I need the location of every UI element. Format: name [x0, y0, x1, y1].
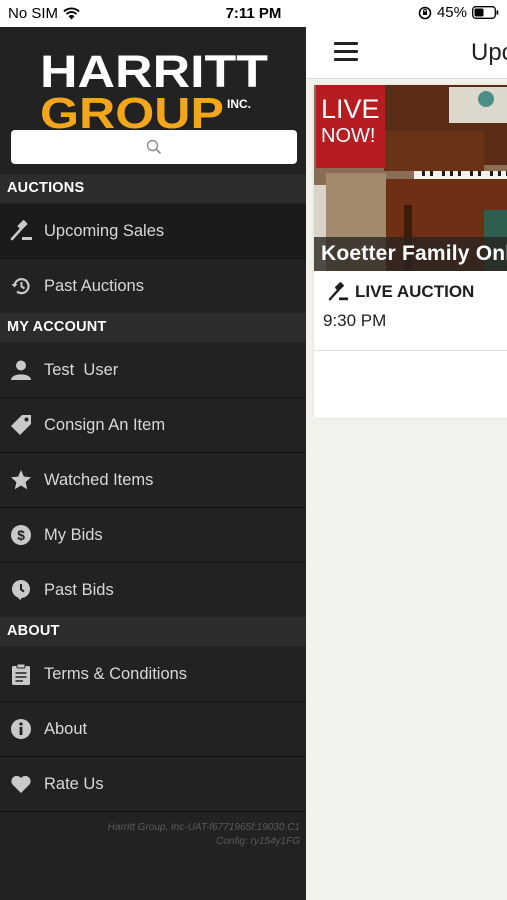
menu-label: Rate Us	[44, 774, 104, 793]
menu-label: Past Bids	[44, 580, 114, 599]
menu-item-user-profile[interactable]: Test User	[0, 343, 306, 398]
build-info-line-2: Config: ry154y1FG	[216, 836, 300, 847]
clipboard-icon	[0, 663, 44, 685]
live-badge-line-2: NOW!	[321, 125, 376, 147]
menu-item-past-auctions[interactable]: Past Auctions	[0, 259, 306, 314]
menu-item-consign-an-item[interactable]: Consign An Item	[0, 398, 306, 453]
auction-title: Koetter Family Online Auction	[321, 242, 507, 265]
tag-icon	[0, 414, 44, 436]
menu-toggle-icon[interactable]	[334, 42, 358, 62]
menu-label: Upcoming Sales	[44, 221, 165, 240]
search-field[interactable]	[11, 130, 297, 164]
menu-label: Test User	[44, 360, 119, 379]
orientation-lock-icon	[418, 6, 432, 19]
menu-label: Terms & Conditions	[44, 664, 188, 683]
svg-text:GROUP: GROUP	[40, 89, 224, 131]
status-bar: No SIM 7:11 PM 45%	[0, 0, 507, 27]
menu-label: About	[44, 719, 88, 738]
section-header-my-account: MY ACCOUNT	[0, 313, 306, 342]
build-info-line-1: Harritt Group, Inc-UAT-f6771965f:19030.C…	[107, 822, 300, 833]
carrier-info: No SIM	[8, 5, 80, 22]
auction-type: LIVE AUCTION	[328, 282, 474, 302]
gavel-icon	[0, 220, 44, 242]
gavel-icon	[328, 282, 349, 301]
auction-image: LIVE NOW! Koetter Family Online Auction	[314, 85, 507, 271]
menu-label: Consign An Item	[44, 415, 166, 434]
menu-item-rate-us[interactable]: Rate Us	[0, 757, 306, 812]
clock-label: 7:11 PM	[225, 5, 282, 22]
user-icon	[0, 359, 44, 381]
battery-percent: 45%	[436, 4, 467, 21]
svg-text:$: $	[17, 527, 25, 543]
svg-text:INC.: INC.	[227, 97, 251, 111]
past-bids-icon	[0, 579, 44, 601]
star-icon	[0, 469, 44, 491]
auction-card[interactable]: LIVE NOW! Koetter Family Online Auction …	[314, 85, 507, 418]
build-info: Harritt Group, Inc-UAT-f6771965f:19030.C…	[108, 821, 300, 849]
dollar-icon: $	[0, 524, 44, 546]
card-divider	[314, 350, 507, 351]
live-badge-line-1: LIVE	[321, 94, 380, 124]
info-icon	[0, 718, 44, 740]
history-icon	[0, 275, 44, 297]
auction-time: 9:30 PM	[323, 311, 387, 330]
status-right: 45%	[418, 4, 499, 21]
menu-label: Watched Items	[44, 470, 154, 489]
section-header-auctions: AUCTIONS	[0, 174, 306, 203]
menu-item-my-bids[interactable]: $ My Bids	[0, 508, 306, 563]
menu-item-terms-and-conditions[interactable]: Terms & Conditions	[0, 647, 306, 702]
section-header-about: ABOUT	[0, 617, 306, 646]
main-content: Upcoming Sales	[306, 27, 507, 900]
navigation-drawer: HARRITT GROUP INC. AUCTIONS Upcoming Sal…	[0, 27, 306, 900]
wifi-icon	[63, 7, 80, 20]
live-now-badge: LIVE NOW!	[316, 85, 385, 168]
page-title: Upcoming Sales	[471, 39, 507, 66]
harritt-group-logo: HARRITT GROUP INC.	[40, 46, 268, 131]
menu-item-about[interactable]: About	[0, 702, 306, 757]
menu-label: Past Auctions	[44, 276, 144, 295]
auction-type-label: LIVE AUCTION	[355, 282, 475, 301]
menu-item-watched-items[interactable]: Watched Items	[0, 453, 306, 508]
battery-icon	[472, 6, 499, 19]
menu-item-past-bids[interactable]: Past Bids	[0, 563, 306, 618]
menu-label: My Bids	[44, 525, 103, 544]
menu-item-upcoming-sales[interactable]: Upcoming Sales	[0, 204, 306, 259]
search-icon	[146, 139, 162, 155]
heart-icon	[0, 774, 44, 794]
top-navigation-bar: Upcoming Sales	[306, 27, 507, 79]
carrier-label: No SIM	[8, 5, 59, 22]
